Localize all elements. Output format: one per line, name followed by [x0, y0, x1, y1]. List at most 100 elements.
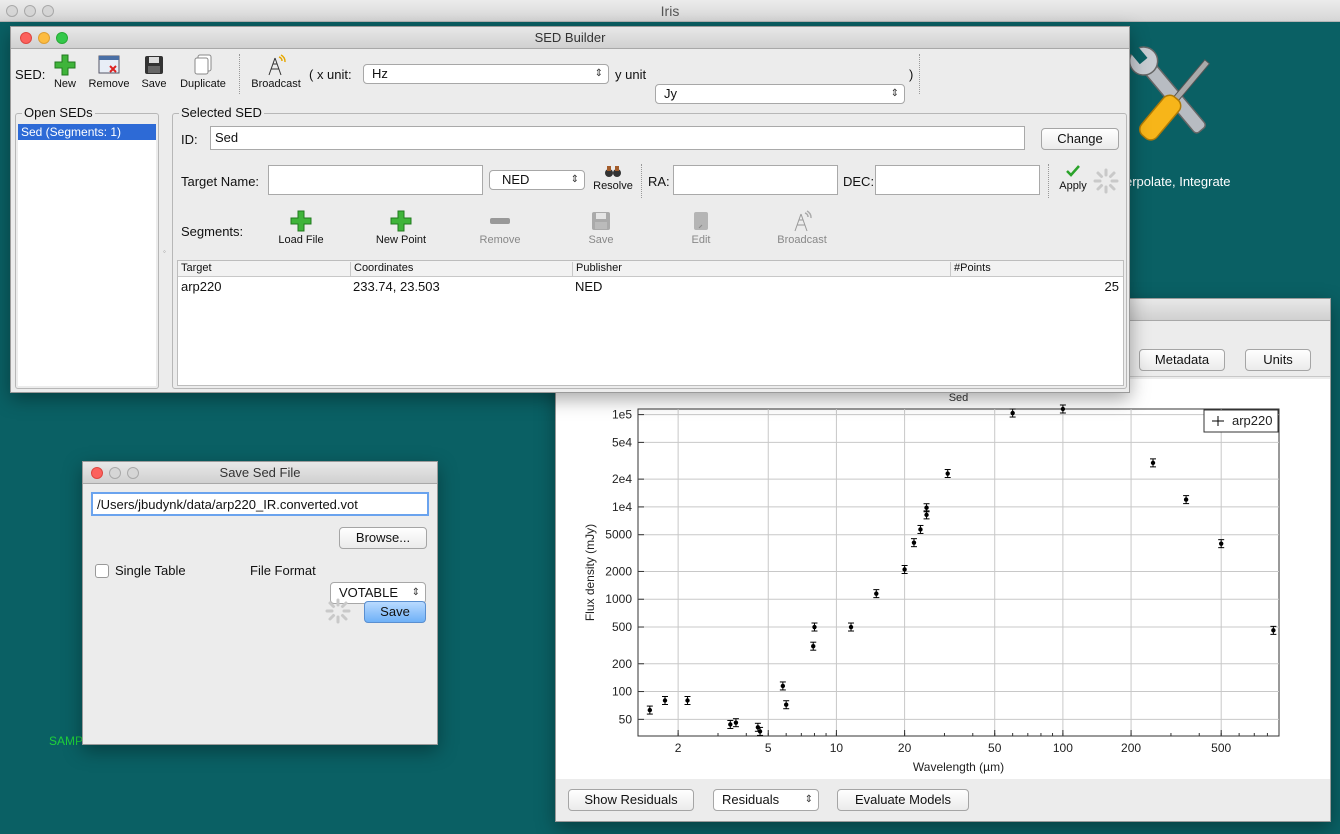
load-file-label: Load File [278, 234, 324, 246]
open-seds-list[interactable]: Sed (Segments: 1) [18, 124, 156, 386]
dec-field[interactable] [875, 165, 1040, 195]
tools-icon-label: erpolate, Integrate [1125, 174, 1231, 189]
ra-label: RA: [648, 174, 670, 189]
y-tick-label: 5000 [605, 528, 632, 542]
units-button[interactable]: Units [1245, 349, 1311, 371]
metadata-button[interactable]: Metadata [1139, 349, 1225, 371]
save-button[interactable]: Save [364, 601, 426, 623]
floppy-disk-icon [592, 212, 610, 230]
plus-icon [54, 54, 76, 76]
toolbar-separator [239, 54, 240, 94]
save-sed-button[interactable]: Save [139, 54, 169, 90]
load-file-button[interactable]: Load File [273, 210, 329, 246]
data-point [1183, 497, 1189, 502]
x-unit-select[interactable]: Hz ⇕ [363, 64, 609, 84]
checkmark-icon [1066, 165, 1080, 177]
y-unit-select[interactable]: Jy ⇕ [655, 84, 905, 104]
x-unit-value: Hz [372, 66, 388, 81]
zoom-window-button[interactable] [42, 5, 54, 17]
edit-segment-label: Edit [691, 234, 711, 246]
column-header-points[interactable]: #Points [950, 262, 991, 276]
app-title: Iris [660, 3, 680, 19]
y-unit-value: Jy [664, 86, 677, 101]
new-sed-button[interactable]: New [51, 54, 79, 90]
y-axis-label: Flux density (mJy) [583, 524, 597, 621]
broadcast-segment-button[interactable]: Broadcast [773, 210, 831, 246]
data-point [780, 683, 786, 689]
sed-builder-titlebar: SED Builder [11, 27, 1129, 49]
y-tick-label: 2e4 [612, 472, 632, 486]
sed-chart[interactable]: Sed 2 5 10 20 50 100 200 500 50 100 200 500 1000 2000 5… [556, 379, 1330, 779]
browse-button[interactable]: Browse... [339, 527, 427, 549]
floppy-disk-icon [145, 56, 163, 74]
edit-segment-button[interactable]: Edit [683, 210, 719, 246]
resolve-button[interactable]: Resolve [591, 164, 635, 192]
remove-label: Remove [88, 78, 130, 90]
save-path-field[interactable]: /Users/jbudynk/data/arp220_IR.converted.… [91, 492, 429, 516]
open-sed-item[interactable]: Sed (Segments: 1) [18, 124, 156, 140]
select-arrows-icon: ⇕ [570, 174, 579, 185]
cell-target: arp220 [181, 279, 222, 294]
change-button[interactable]: Change [1041, 128, 1119, 150]
close-window-button[interactable] [6, 5, 18, 17]
save-segment-button[interactable]: Save [583, 210, 619, 246]
residuals-select-value: Residuals [722, 792, 780, 807]
cell-points: 25 [1104, 279, 1119, 294]
zoom-window-button[interactable] [56, 32, 68, 44]
broadcast-sed-button[interactable]: Broadcast [247, 54, 305, 90]
close-window-button[interactable] [91, 467, 103, 479]
resolver-select[interactable]: NED ⇕ [489, 170, 585, 190]
x-tick-label: 500 [1211, 741, 1231, 755]
segments-table[interactable]: Target Coordinates Publisher #Points arp… [177, 260, 1124, 386]
splitter-handle[interactable]: ◦ [163, 247, 166, 256]
column-header-coordinates[interactable]: Coordinates [350, 262, 413, 276]
broadcast-antenna-icon [794, 210, 812, 232]
sed-builder-window: SED Builder SED: New Remove Save Duplica… [10, 26, 1130, 393]
remove-segment-button[interactable]: Remove [475, 210, 525, 246]
data-point [783, 702, 789, 707]
remove-sed-button[interactable]: Remove [87, 54, 131, 90]
x-tick-label: 5 [765, 741, 772, 755]
segments-label: Segments: [181, 224, 244, 239]
data-point [1060, 406, 1066, 412]
minimize-window-button[interactable] [109, 467, 121, 479]
column-header-publisher[interactable]: Publisher [572, 262, 622, 276]
evaluate-models-button[interactable]: Evaluate Models [837, 789, 969, 811]
zoom-window-button[interactable] [127, 467, 139, 479]
tools-icon[interactable] [1125, 40, 1225, 170]
apply-button[interactable]: Apply [1055, 164, 1091, 192]
sed-toolbar: SED: New Remove Save Duplicate Broadcast… [11, 50, 1129, 104]
edit-icon [694, 212, 708, 230]
data-point [728, 722, 733, 727]
data-point [733, 720, 739, 725]
x-unit-label: ( x unit: [309, 67, 352, 82]
data-point [918, 527, 923, 532]
y-tick-label: 2000 [605, 564, 632, 578]
plot-area[interactable]: Sed 2 5 10 20 50 100 200 500 50 100 200 500 1000 2000 5… [556, 379, 1330, 779]
new-point-button[interactable]: New Point [369, 210, 433, 246]
sed-builder-title: SED Builder [534, 30, 606, 45]
legend-label: arp220 [1232, 413, 1272, 428]
duplicate-sed-button[interactable]: Duplicate [175, 54, 231, 90]
close-paren: ) [909, 67, 914, 82]
close-window-button[interactable] [20, 32, 32, 44]
wrench-screwdriver-icon [1128, 45, 1211, 141]
broadcast-label: Broadcast [251, 78, 301, 90]
single-table-checkbox[interactable] [95, 564, 109, 578]
apply-label: Apply [1059, 180, 1087, 192]
y-tick-label: 100 [612, 685, 632, 699]
plus-icon [390, 210, 412, 232]
ra-field[interactable] [673, 165, 838, 195]
show-residuals-button[interactable]: Show Residuals [568, 789, 694, 811]
residuals-select[interactable]: Residuals ⇕ [713, 789, 819, 811]
table-row[interactable]: arp220 233.74, 23.503 NED 25 [178, 278, 1123, 296]
new-label: New [53, 78, 76, 90]
minimize-window-button[interactable] [24, 5, 36, 17]
minimize-window-button[interactable] [38, 32, 50, 44]
sed-id-field[interactable]: Sed [210, 126, 1025, 150]
y-tick-label: 500 [612, 620, 632, 634]
column-header-target[interactable]: Target [178, 262, 212, 276]
target-name-field[interactable] [268, 165, 483, 195]
save-segment-label: Save [588, 234, 614, 246]
target-name-label: Target Name: [181, 174, 260, 189]
